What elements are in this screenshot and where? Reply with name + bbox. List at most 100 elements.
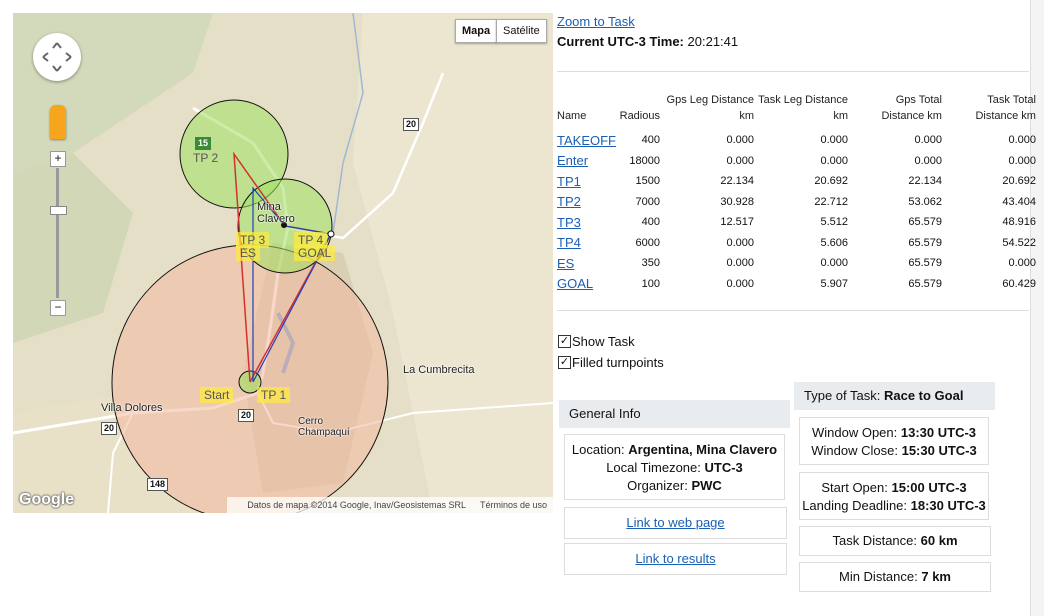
table-row: TP3 400 12.517 5.512 65.579 48.916	[556, 212, 1037, 233]
table-row: TAKEOFF 400 0.000 0.000 0.000 0.000	[556, 130, 1037, 151]
attribution-text: Datos de mapa ©2014 Google, Inav/Geosist…	[247, 500, 466, 510]
task-type-value: Race to Goal	[883, 388, 964, 403]
zoom-in-button[interactable]: +	[50, 151, 66, 167]
cell-radius: 18000	[629, 154, 660, 167]
turnpoint-link[interactable]: ES	[557, 256, 574, 271]
cell-gps-total: 65.579	[908, 277, 942, 290]
task-map[interactable]: + − Mapa Satélite 15 20 20 20 148 TP 2 T…	[13, 13, 553, 513]
route-shield: 148	[147, 478, 169, 491]
cell-gps-leg: 0.000	[726, 277, 754, 290]
table-row: TP1 1500 22.134 20.692 22.134 20.692	[556, 171, 1037, 192]
map-type-satellite-button[interactable]: Satélite	[496, 19, 547, 43]
cell-radius: 400	[641, 216, 660, 229]
table-row: TP4 6000 0.000 5.606 65.579 54.522	[556, 233, 1037, 254]
cell-task-total: 48.916	[1002, 216, 1036, 229]
window-open-label: Window Open:	[811, 425, 898, 440]
start-open-label: Start Open:	[821, 480, 888, 495]
cell-task-leg: 5.606	[820, 236, 848, 249]
cell-gps-total: 65.579	[908, 216, 942, 229]
min-distance-card: Min Distance: 7 km	[799, 562, 991, 592]
general-info-card: Location: Argentina, Mina Clavero Local …	[564, 434, 785, 500]
cell-task-leg: 22.712	[814, 195, 848, 208]
task-distance-label: Task Distance:	[832, 533, 918, 548]
start-open-value: 15:00 UTC-3	[891, 480, 967, 495]
turnpoint-link[interactable]: TAKEOFF	[557, 133, 616, 148]
window-close-value: 15:30 UTC-3	[901, 443, 977, 458]
cell-gps-leg: 22.134	[720, 175, 754, 188]
map-type-map-button[interactable]: Mapa	[455, 19, 498, 43]
cell-gps-leg: 0.000	[726, 257, 754, 270]
cell-name: ES	[556, 253, 617, 274]
divider	[557, 310, 1029, 311]
cell-name: Enter	[556, 151, 617, 172]
turnpoint-link[interactable]: TP2	[557, 194, 581, 209]
cell-task-total: 20.692	[1002, 175, 1036, 188]
zoom-slider-track[interactable]	[56, 168, 59, 298]
current-time: Current UTC-3 Time: 20:21:41	[557, 34, 738, 49]
cell-task-leg: 5.512	[820, 216, 848, 229]
table-row: ES 350 0.000 0.000 65.579 0.000	[556, 253, 1037, 274]
cell-task-total: 0.000	[1008, 134, 1036, 147]
cell-gps-total: 0.000	[914, 154, 942, 167]
tp1-label: TP 1	[257, 387, 291, 403]
filled-turnpoints-option[interactable]: ✓ Filled turnpoints	[558, 355, 664, 370]
cell-radius: 6000	[635, 236, 660, 249]
cell-task-total: 60.429	[1002, 277, 1036, 290]
turnpoint-link[interactable]: Enter	[557, 153, 588, 168]
task-distance-card: Task Distance: 60 km	[799, 526, 991, 556]
general-info-header: General Info	[559, 400, 790, 428]
cell-task-total: 54.522	[1002, 236, 1036, 249]
col-task-total: Task Total Distance km	[975, 94, 1036, 122]
turnpoint-link[interactable]: TP3	[557, 215, 581, 230]
table-row: Enter 18000 0.000 0.000 0.000 0.000	[556, 151, 1037, 172]
cell-radius: 400	[641, 134, 660, 147]
col-name: Name	[557, 110, 587, 122]
col-gps-total: Gps Total Distance km	[881, 94, 942, 122]
filled-turnpoints-checkbox[interactable]: ✓	[558, 356, 571, 369]
location-label: Location:	[571, 442, 625, 457]
cell-radius: 1500	[635, 175, 660, 188]
zoom-to-task-link[interactable]: Zoom to Task	[557, 14, 635, 29]
route-shield: 15	[195, 137, 212, 150]
turnpoint-link[interactable]: GOAL	[557, 276, 593, 291]
show-task-checkbox[interactable]: ✓	[558, 335, 571, 348]
cell-task-total: 0.000	[1008, 257, 1036, 270]
cell-name: TP3	[556, 212, 617, 233]
cell-task-leg: 20.692	[814, 175, 848, 188]
location-value: Argentina, Mina Clavero	[628, 442, 778, 457]
map-pan-control[interactable]	[33, 33, 81, 81]
col-gps-leg: Gps Leg Distance km	[666, 94, 754, 122]
cell-gps-total: 65.579	[908, 236, 942, 249]
cell-name: TAKEOFF	[556, 130, 617, 151]
route-shield: 20	[101, 422, 118, 435]
start-label: Start	[200, 387, 234, 403]
terms-link[interactable]: Términos de uso	[480, 500, 547, 510]
show-task-option[interactable]: ✓ Show Task	[558, 334, 635, 349]
web-page-card: Link to web page	[564, 507, 787, 539]
deadline-value: 18:30 UTC-3	[910, 498, 986, 513]
street-view-pegman-icon[interactable]	[50, 105, 66, 139]
turnpoint-link[interactable]: TP1	[557, 174, 581, 189]
current-time-label: Current UTC-3 Time:	[557, 34, 684, 49]
cell-gps-total: 53.062	[908, 195, 942, 208]
web-page-link[interactable]: Link to web page	[626, 515, 724, 530]
cell-gps-total: 22.134	[908, 175, 942, 188]
turnpoint-link[interactable]: TP4	[557, 235, 581, 250]
map-attribution: Datos de mapa ©2014 Google, Inav/Geosist…	[227, 497, 553, 513]
zoom-slider-thumb[interactable]	[50, 206, 67, 215]
zoom-out-button[interactable]: −	[50, 300, 66, 316]
turnpoint-table: Name Radious Gps Leg Distance km Task Le…	[556, 92, 1037, 294]
cell-task-leg: 0.000	[820, 154, 848, 167]
cell-task-leg: 0.000	[820, 257, 848, 270]
cell-task-total: 0.000	[1008, 154, 1036, 167]
place-mina-clavero: Mina Clavero	[257, 201, 295, 225]
results-link[interactable]: Link to results	[635, 551, 715, 566]
cell-radius: 7000	[635, 195, 660, 208]
deadline-label: Landing Deadline:	[802, 498, 908, 513]
cell-radius: 100	[641, 277, 660, 290]
cell-gps-leg: 0.000	[726, 236, 754, 249]
cell-radius: 350	[641, 257, 660, 270]
es-label: ES	[236, 245, 261, 261]
cell-task-leg: 5.907	[820, 277, 848, 290]
show-task-label: Show Task	[572, 334, 635, 349]
